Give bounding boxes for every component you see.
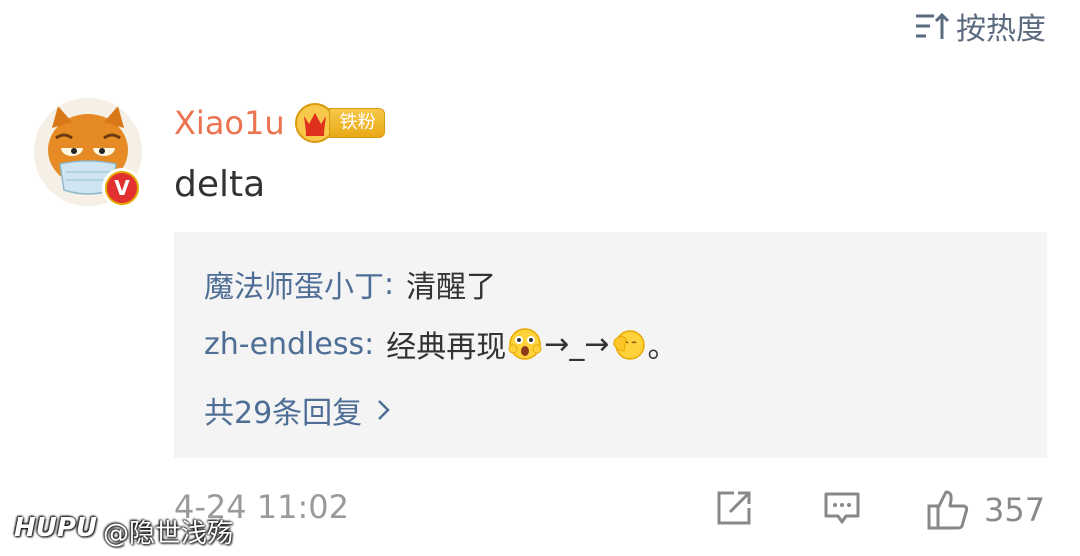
scared-face-emoji-icon — [508, 328, 542, 360]
facepalm-emoji-icon — [613, 330, 645, 360]
comment-icon — [824, 492, 860, 524]
reply-username[interactable]: zh-endless — [204, 327, 364, 362]
reply-arrow-text: →_→ — [544, 326, 610, 362]
reply-text-end: 。 — [647, 330, 678, 365]
share-icon — [717, 491, 751, 525]
like-button[interactable]: 357 — [926, 488, 1045, 532]
reply-button[interactable] — [822, 488, 862, 532]
replies-box[interactable]: 魔法师蛋小丁 : 清醒了 zh-endless : 经典再现 →_→ 。 共29… — [174, 232, 1047, 458]
comment-footer: 4-24 11:02 357 — [174, 486, 1054, 530]
reply-separator: : — [364, 326, 375, 362]
sort-icon — [914, 11, 950, 41]
fan-badge-label: 铁粉 — [328, 108, 385, 138]
reply-username[interactable]: 魔法师蛋小丁 — [204, 262, 384, 306]
watermark-handle: @隐世浅殇 — [103, 519, 234, 549]
iron-fan-badge[interactable]: 铁粉 — [294, 102, 385, 144]
reply-text: 清醒了 — [406, 270, 497, 305]
comment-text: delta — [174, 164, 266, 205]
username-link[interactable]: Xiao1u — [174, 104, 285, 142]
verified-badge: V — [102, 168, 142, 208]
thumbs-up-icon — [927, 490, 969, 530]
more-replies-label: 共29条回复 — [204, 396, 363, 431]
watermark: HUPU @隐世浅殇 — [14, 513, 233, 550]
reply-item[interactable]: 魔法师蛋小丁 : 清醒了 — [204, 262, 496, 306]
chevron-right-icon — [378, 400, 390, 420]
reply-item[interactable]: zh-endless : 经典再现 →_→ 。 — [204, 322, 678, 366]
sort-by-hot-button[interactable]: 按热度 — [914, 8, 1046, 47]
reply-separator: : — [384, 266, 395, 302]
sort-label: 按热度 — [956, 12, 1046, 47]
comment-card: 按热度 V Xiao1u 铁粉 delta 魔法师蛋小丁: 清醒了 zh-en… — [0, 0, 1080, 556]
watermark-brand: HUPU — [14, 513, 98, 543]
like-count: 357 — [984, 491, 1046, 529]
view-all-replies-link[interactable]: 共29条回复 — [204, 388, 392, 432]
share-button[interactable] — [714, 488, 754, 532]
verified-mark: V — [107, 173, 137, 203]
author-row: Xiao1u 铁粉 — [174, 100, 385, 146]
reply-text: 经典再现 — [386, 330, 507, 365]
